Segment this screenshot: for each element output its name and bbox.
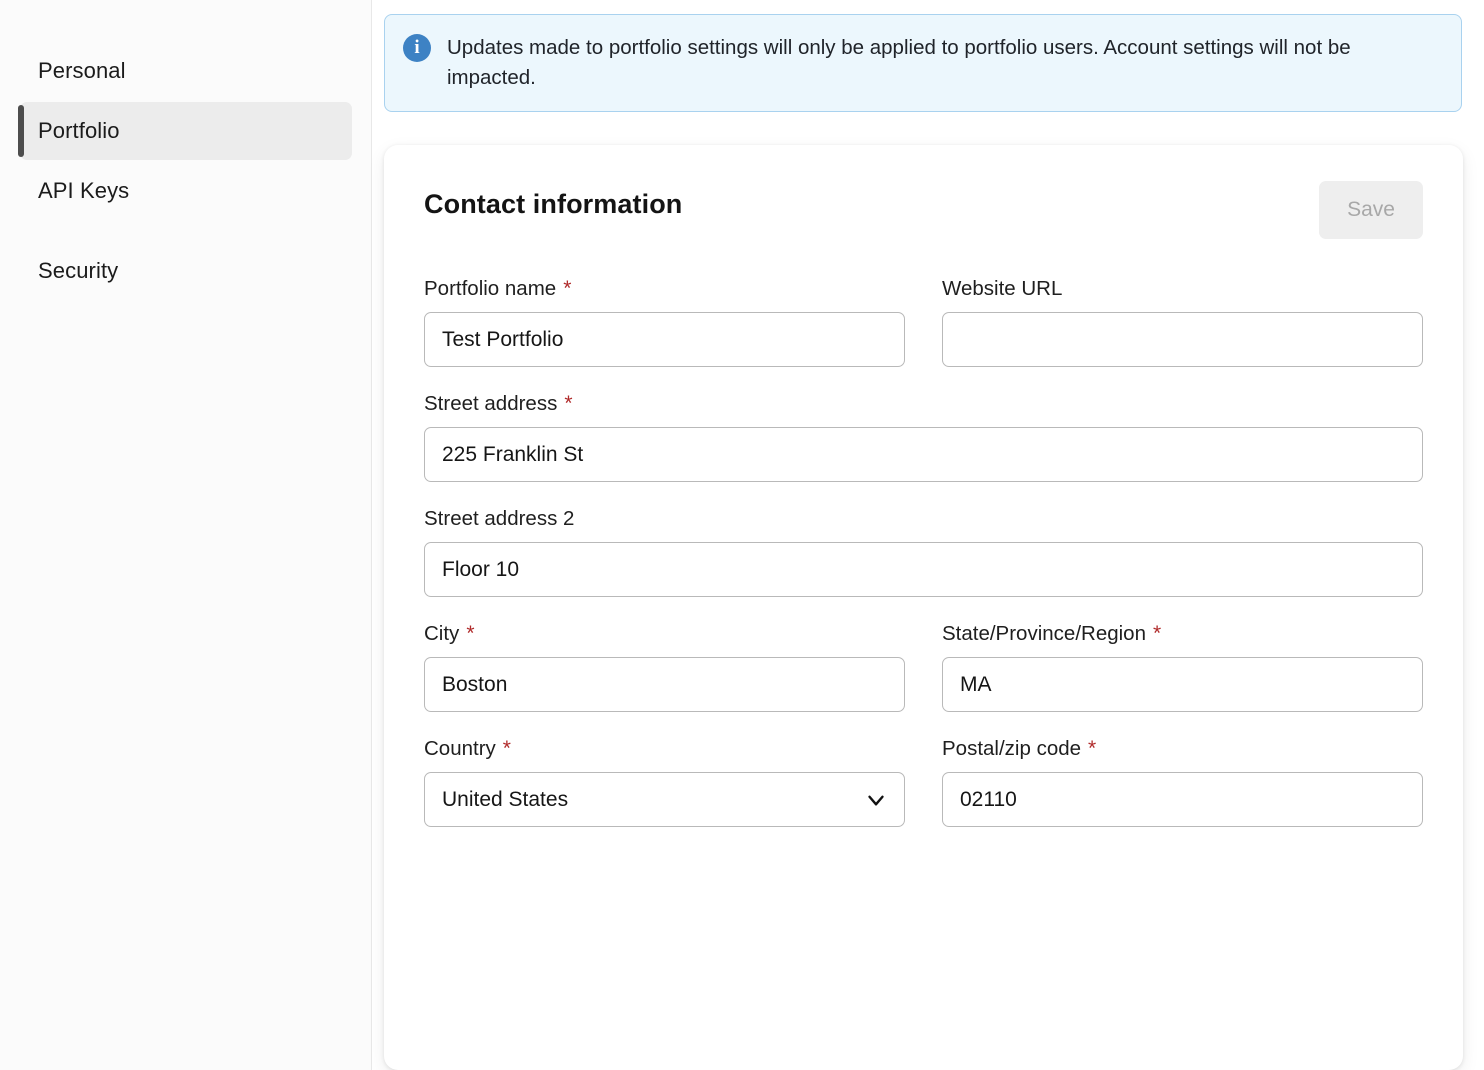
- field-street-address: Street address *: [424, 392, 1423, 482]
- state-label: State/Province/Region *: [942, 622, 1423, 646]
- sidebar-item-label: Security: [38, 258, 118, 284]
- settings-sidebar: Personal Portfolio API Keys Security: [0, 0, 372, 1070]
- settings-page: Personal Portfolio API Keys Security i U…: [0, 0, 1484, 1070]
- field-country: Country * United States: [424, 737, 905, 827]
- sidebar-item-personal[interactable]: Personal: [20, 42, 352, 100]
- label-text: Street address 2: [424, 507, 574, 531]
- label-text: Postal/zip code: [942, 737, 1081, 761]
- field-city: City *: [424, 622, 905, 712]
- form-row-street-address: Street address *: [424, 392, 1423, 482]
- active-accent-bar: [18, 105, 24, 157]
- field-street-address-2: Street address 2: [424, 507, 1423, 597]
- city-label: City *: [424, 622, 905, 646]
- sidebar-item-api-keys[interactable]: API Keys: [20, 162, 352, 220]
- form-row-city-state: City * State/Province/Region *: [424, 622, 1423, 712]
- required-indicator: *: [466, 623, 474, 644]
- form-row-street-address-2: Street address 2: [424, 507, 1423, 597]
- label-text: City: [424, 622, 459, 646]
- required-indicator: *: [1088, 738, 1096, 759]
- country-select-wrap: United States: [424, 772, 905, 827]
- country-select[interactable]: United States: [424, 772, 905, 827]
- required-indicator: *: [563, 278, 571, 299]
- label-text: Country: [424, 737, 496, 761]
- street-address-2-label: Street address 2: [424, 507, 1423, 531]
- form-row-name-url: Portfolio name * Website URL: [424, 277, 1423, 367]
- info-banner: i Updates made to portfolio settings wil…: [384, 14, 1462, 112]
- portfolio-name-input[interactable]: [424, 312, 905, 367]
- field-postal-code: Postal/zip code *: [942, 737, 1423, 827]
- form-row-country-postal: Country * United States Posta: [424, 737, 1423, 827]
- postal-code-label: Postal/zip code *: [942, 737, 1423, 761]
- sidebar-item-label: Personal: [38, 58, 126, 84]
- website-url-label: Website URL: [942, 277, 1423, 301]
- page-title: Contact information: [424, 189, 682, 220]
- label-text: Website URL: [942, 277, 1062, 301]
- label-text: Street address: [424, 392, 557, 416]
- field-state: State/Province/Region *: [942, 622, 1423, 712]
- country-label: Country *: [424, 737, 905, 761]
- sidebar-item-label: Portfolio: [38, 118, 120, 144]
- contact-information-card: Contact information Save Portfolio name …: [384, 145, 1463, 1070]
- sidebar-spacer: [20, 222, 352, 242]
- field-website-url: Website URL: [942, 277, 1423, 367]
- street-address-2-input[interactable]: [424, 542, 1423, 597]
- sidebar-item-label: API Keys: [38, 178, 129, 204]
- street-address-label: Street address *: [424, 392, 1423, 416]
- card-header: Contact information Save: [424, 181, 1423, 239]
- main-content: i Updates made to portfolio settings wil…: [372, 0, 1484, 1070]
- info-banner-text: Updates made to portfolio settings will …: [447, 33, 1422, 93]
- save-button[interactable]: Save: [1319, 181, 1423, 239]
- sidebar-nav-list: Personal Portfolio API Keys Security: [0, 42, 372, 300]
- required-indicator: *: [503, 738, 511, 759]
- postal-code-input[interactable]: [942, 772, 1423, 827]
- city-input[interactable]: [424, 657, 905, 712]
- portfolio-name-label: Portfolio name *: [424, 277, 905, 301]
- sidebar-item-security[interactable]: Security: [20, 242, 352, 300]
- street-address-input[interactable]: [424, 427, 1423, 482]
- website-url-input[interactable]: [942, 312, 1423, 367]
- label-text: Portfolio name: [424, 277, 556, 301]
- sidebar-item-portfolio[interactable]: Portfolio: [20, 102, 352, 160]
- state-input[interactable]: [942, 657, 1423, 712]
- required-indicator: *: [564, 393, 572, 414]
- field-portfolio-name: Portfolio name *: [424, 277, 905, 367]
- required-indicator: *: [1153, 623, 1161, 644]
- info-icon: i: [403, 34, 431, 62]
- label-text: State/Province/Region: [942, 622, 1146, 646]
